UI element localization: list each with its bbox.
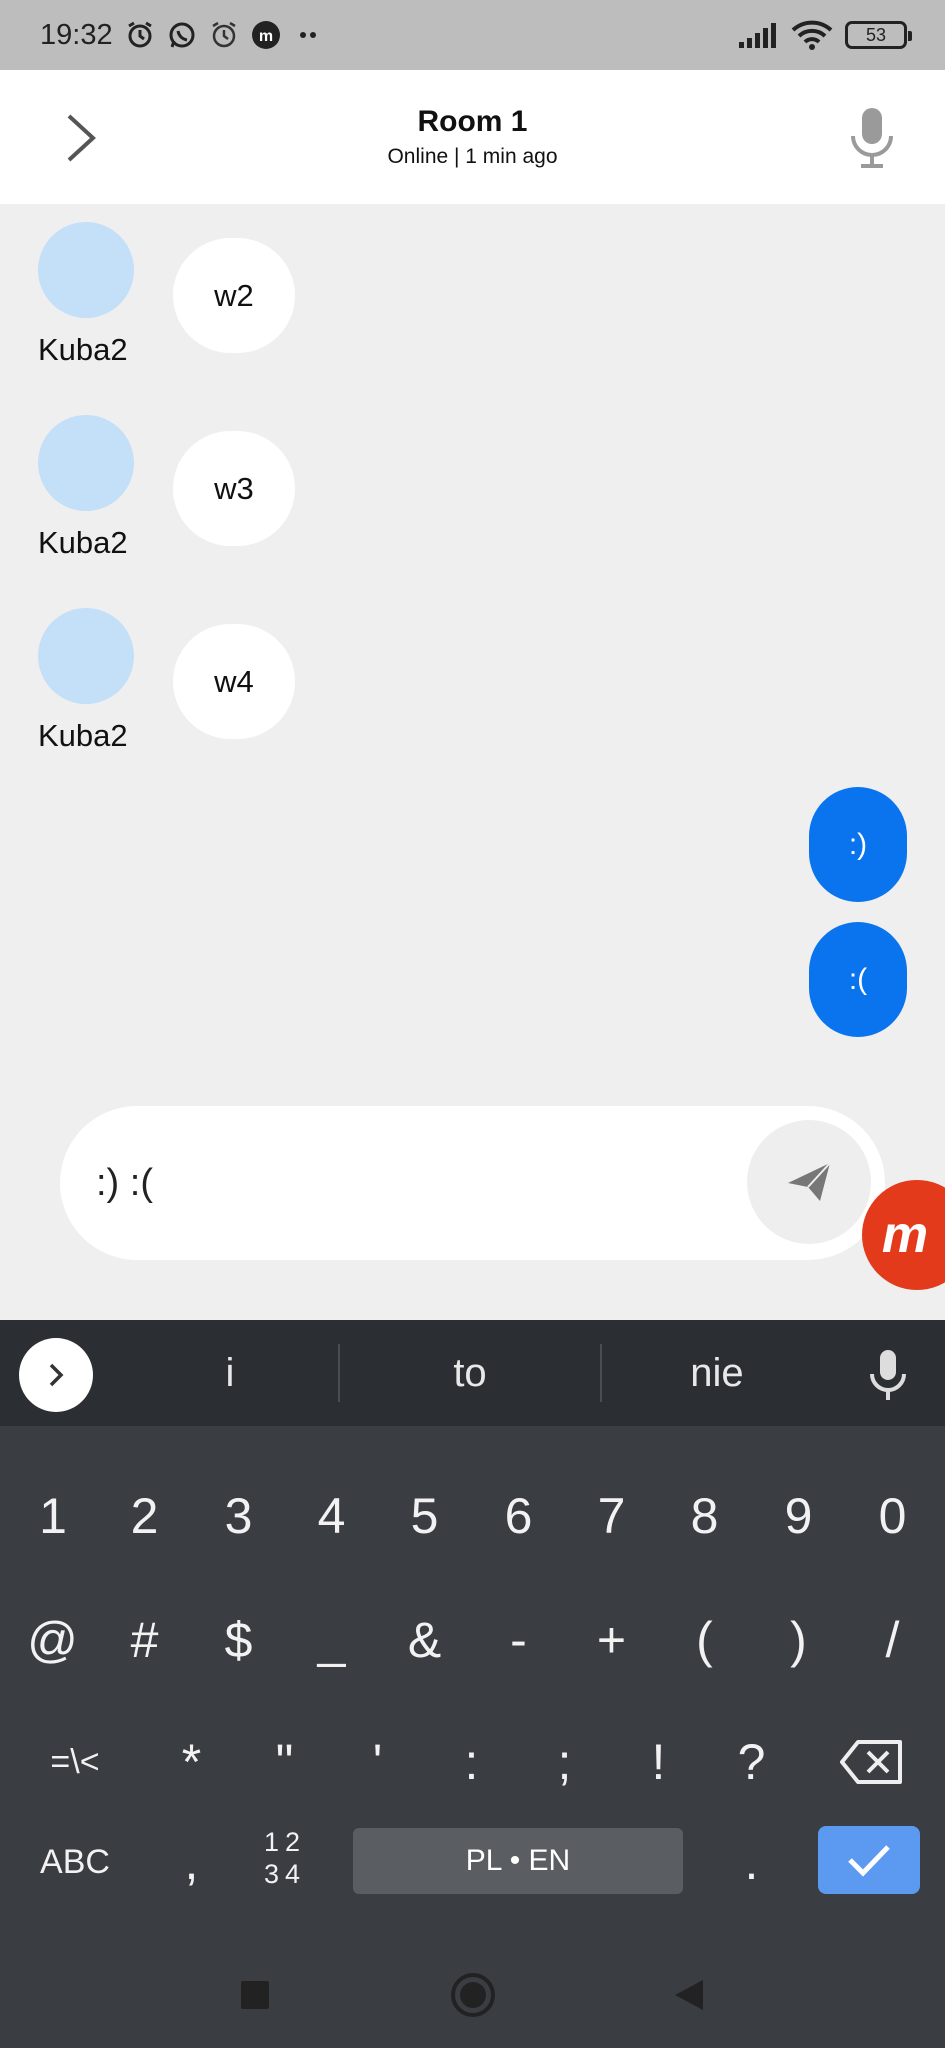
key[interactable]: + — [564, 1590, 659, 1690]
avatar[interactable] — [38, 415, 134, 511]
outgoing-message-bubble[interactable]: :( — [809, 922, 907, 1037]
send-icon — [788, 1162, 831, 1201]
key[interactable]: @ — [5, 1590, 100, 1690]
battery-level: 53 — [865, 24, 887, 45]
microphone-icon[interactable] — [860, 1348, 916, 1404]
back-button[interactable] — [665, 1970, 715, 2020]
suggestion-word[interactable]: nie — [602, 1320, 832, 1426]
key[interactable]: ) — [751, 1590, 846, 1690]
home-circle-icon — [451, 1973, 495, 2017]
checkmark-icon — [848, 1845, 890, 1877]
done-key[interactable] — [818, 1826, 920, 1894]
key[interactable]: 2 — [97, 1466, 192, 1566]
back-triangle-icon — [675, 1980, 703, 2010]
svg-text:m: m — [258, 28, 272, 45]
key[interactable]: ( — [657, 1590, 752, 1690]
key[interactable]: _ — [284, 1590, 379, 1690]
mobizen-icon: m — [251, 21, 280, 49]
message-input[interactable] — [96, 1150, 696, 1216]
send-button[interactable] — [747, 1120, 871, 1244]
key[interactable]: 5 — [377, 1466, 472, 1566]
backspace-key[interactable] — [822, 1712, 922, 1812]
header-title-group: Room 1 Online | 1 min ago — [387, 105, 557, 169]
square-icon — [241, 1981, 269, 2009]
avatar[interactable] — [38, 222, 134, 318]
sender-name: Kuba2 — [38, 525, 128, 560]
chevron-right-icon — [49, 1363, 64, 1387]
svg-text:m: m — [882, 1210, 928, 1260]
keyboard-suggestion-bar: i to nie — [0, 1320, 945, 1426]
key[interactable]: * — [144, 1712, 239, 1812]
key[interactable]: ! — [611, 1712, 706, 1812]
key[interactable]: / — [844, 1590, 941, 1690]
key[interactable]: ; — [517, 1712, 612, 1812]
key[interactable]: 1 — [0, 1466, 106, 1566]
status-left: 19:32 m — [40, 19, 323, 52]
suggestion-expand-button[interactable] — [19, 1338, 93, 1412]
period-key[interactable]: . — [704, 1812, 799, 1912]
room-title: Room 1 — [417, 105, 528, 138]
more-dots-icon — [299, 32, 316, 38]
signal-icon — [739, 23, 776, 48]
key[interactable]: 4 — [284, 1466, 379, 1566]
alarm-clock-icon — [127, 21, 152, 48]
message-bubble[interactable]: w4 — [173, 624, 295, 739]
alarm-icon — [211, 21, 236, 48]
key[interactable]: 3 — [191, 1466, 286, 1566]
room-status: Online | 1 min ago — [387, 145, 558, 168]
space-language-key[interactable]: PL • EN — [353, 1828, 683, 1894]
key[interactable]: : — [424, 1712, 519, 1812]
key[interactable]: 8 — [657, 1466, 752, 1566]
suggestion-word[interactable]: i — [120, 1320, 340, 1426]
wifi-icon — [791, 20, 833, 50]
numpad-key-bottom: 34 — [263, 1859, 307, 1889]
key[interactable]: ' — [330, 1712, 425, 1812]
outgoing-message-bubble[interactable]: :) — [809, 787, 907, 902]
key[interactable]: # — [97, 1590, 192, 1690]
key[interactable]: 7 — [564, 1466, 659, 1566]
mobizen-logo-icon: m — [882, 1210, 928, 1260]
numpad-key-top: 12 — [263, 1827, 307, 1857]
message-composer — [60, 1106, 885, 1260]
comma-key[interactable]: , — [144, 1812, 239, 1912]
status-bar: 19:32 m 53 — [0, 0, 945, 70]
sender-name: Kuba2 — [38, 718, 128, 753]
key[interactable]: 9 — [751, 1466, 846, 1566]
key[interactable]: 0 — [844, 1466, 941, 1566]
system-nav-bar — [0, 1940, 945, 2048]
abc-key[interactable]: ABC — [20, 1812, 130, 1912]
numpad-key[interactable]: 12 34 — [255, 1818, 315, 1898]
key[interactable]: ? — [704, 1712, 799, 1812]
app-header: Room 1 Online | 1 min ago — [0, 70, 945, 204]
suggestion-word[interactable]: to — [340, 1320, 600, 1426]
microphone-icon[interactable] — [839, 104, 905, 170]
whatsapp-icon — [169, 22, 195, 48]
key[interactable]: " — [237, 1712, 332, 1812]
key[interactable]: 6 — [471, 1466, 566, 1566]
recents-button[interactable] — [230, 1970, 280, 2020]
status-right: 53 — [737, 19, 912, 51]
sender-name: Kuba2 — [38, 332, 128, 367]
battery-icon: 53 — [845, 21, 912, 49]
message-bubble[interactable]: w2 — [173, 238, 295, 353]
backspace-icon — [840, 1740, 902, 1784]
avatar[interactable] — [38, 608, 134, 704]
status-time: 19:32 — [40, 18, 113, 51]
home-button[interactable] — [448, 1970, 498, 2020]
key[interactable]: =\< — [20, 1712, 130, 1812]
message-bubble[interactable]: w3 — [173, 431, 295, 546]
key[interactable]: & — [377, 1590, 472, 1690]
chevron-right-icon[interactable] — [55, 108, 115, 168]
key[interactable]: - — [471, 1590, 566, 1690]
key[interactable]: $ — [191, 1590, 286, 1690]
